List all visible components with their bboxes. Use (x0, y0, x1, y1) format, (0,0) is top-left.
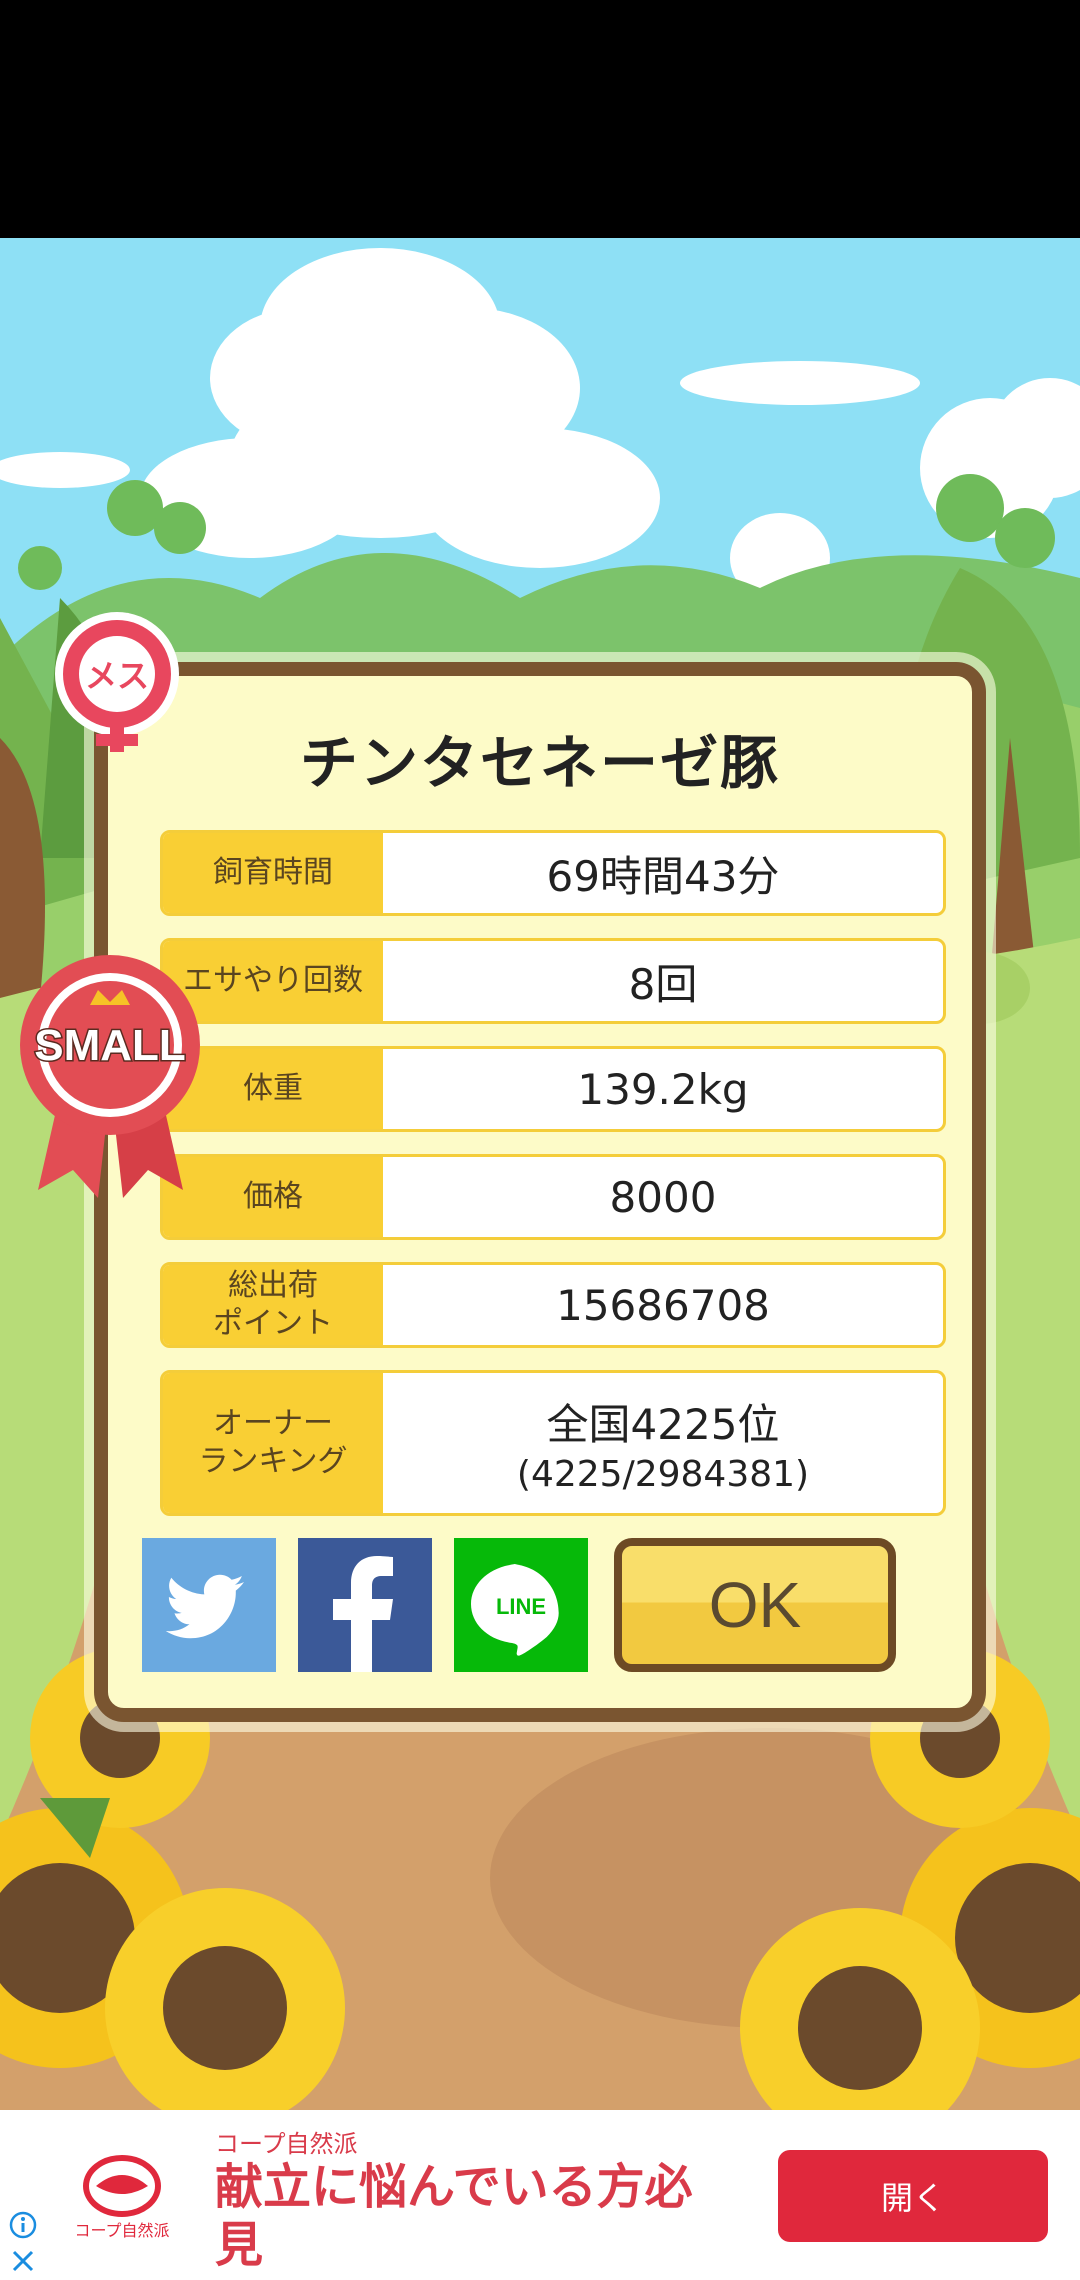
line-share-button[interactable]: LINE (454, 1538, 588, 1672)
stat-value: 全国4225位 (4225/2984381) (383, 1373, 943, 1513)
ranking-detail: (4225/2984381) (516, 1454, 810, 1495)
svg-text:メス: メス (85, 657, 149, 695)
size-ribbon-badge: SMALL (18, 950, 203, 1200)
ad-banner[interactable]: コープ自然派 コープ自然派 献立に悩んでいる方必見 開く (0, 2110, 1080, 2280)
stat-label: 飼育時間 (163, 833, 383, 913)
stat-row-owner-ranking: オーナー ランキング 全国4225位 (4225/2984381) (160, 1370, 946, 1516)
pig-name-title: チンタセネーゼ豚 (299, 729, 780, 797)
stat-row-feeding-time: 飼育時間 69時間43分 (160, 830, 946, 916)
female-badge: メス (52, 612, 182, 752)
status-bar-area (0, 0, 1080, 238)
stat-value: 69時間43分 (546, 851, 780, 901)
stat-label: オーナー ランキング (163, 1373, 383, 1513)
ranking-value: 全国4225位 (546, 1400, 780, 1449)
facebook-share-button[interactable] (298, 1538, 432, 1672)
stat-row-shipping-points: 総出荷 ポイント 15686708 (160, 1262, 946, 1348)
coop-logo: コープ自然派 (60, 2154, 185, 2244)
ad-headline: 献立に悩んでいる方必見 (215, 2159, 693, 2273)
ad-open-button[interactable]: 開く (778, 2150, 1048, 2242)
ok-button[interactable]: OK (614, 1538, 896, 1672)
facebook-f-icon (333, 1556, 393, 1672)
stat-value: 8000 (609, 1172, 717, 1222)
twitter-bird-icon (165, 1574, 244, 1639)
svg-text:LINE: LINE (496, 1594, 546, 1619)
stat-row-price: 価格 8000 (160, 1154, 946, 1240)
ad-close-icon[interactable] (8, 2246, 38, 2276)
stat-row-weight: 体重 139.2kg (160, 1046, 946, 1132)
stat-value: 8回 (628, 959, 698, 1009)
ad-info-icon[interactable] (8, 2210, 38, 2240)
svg-text:コープ自然派: コープ自然派 (74, 2221, 169, 2240)
svg-text:SMALL: SMALL (34, 1021, 186, 1070)
ad-brand-name: コープ自然派 (215, 2130, 358, 2158)
twitter-share-button[interactable] (142, 1538, 276, 1672)
line-icon: LINE (471, 1564, 559, 1656)
stat-label: 総出荷 ポイント (163, 1265, 383, 1345)
stat-row-feed-count: エサやり回数 8回 (160, 938, 946, 1024)
stat-value: 139.2kg (577, 1064, 749, 1114)
stat-value: 15686708 (556, 1280, 770, 1330)
